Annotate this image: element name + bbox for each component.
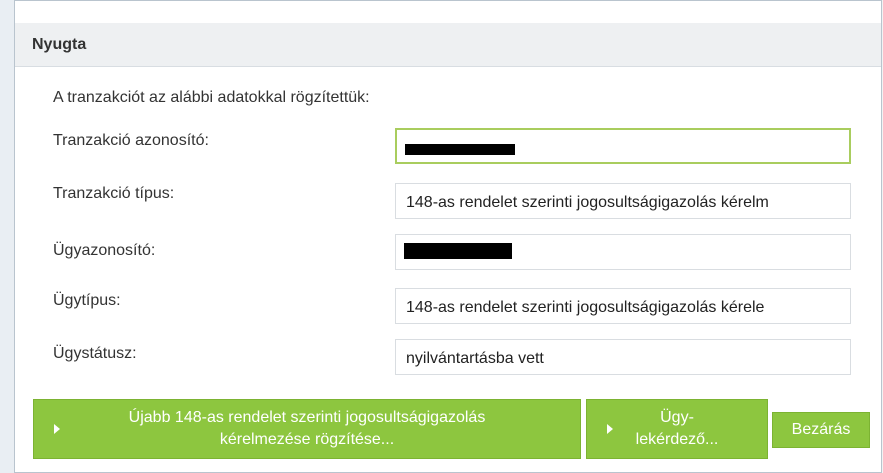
new-request-button-line2: kérelmezése rögzítése... <box>219 431 395 448</box>
background-page <box>0 0 15 473</box>
dialog-title: Nyugta <box>32 36 87 53</box>
redaction-bar <box>404 243 512 259</box>
case-type-label: Ügytípus: <box>53 292 121 309</box>
play-triangle-icon <box>607 424 613 434</box>
play-triangle-icon <box>54 424 60 434</box>
dialog-header: Nyugta <box>15 23 881 67</box>
new-request-button[interactable]: Újabb 148-as rendelet szerinti jogosults… <box>33 399 581 459</box>
case-query-button[interactable]: Ügy- lekérdező... <box>586 399 768 459</box>
transaction-type-field[interactable]: 148-as rendelet szerinti jogosultságigaz… <box>395 183 851 219</box>
transaction-type-label: Tranzakció típus: <box>53 185 175 202</box>
transaction-id-label: Tranzakció azonosító: <box>53 132 209 149</box>
case-status-field[interactable]: nyilvántartásba vett <box>395 339 851 375</box>
case-query-button-line2: lekérdező... <box>635 431 719 448</box>
case-id-field[interactable] <box>395 234 851 270</box>
case-query-button-line1: Ügy- <box>660 409 694 426</box>
dialog-top-strip <box>15 1 881 23</box>
transaction-id-field[interactable] <box>395 128 851 164</box>
case-status-label: Ügystátusz: <box>53 345 137 362</box>
redaction-bar <box>405 144 515 155</box>
new-request-button-line1: Újabb 148-as rendelet szerinti jogosults… <box>128 409 486 426</box>
case-type-field[interactable]: 148-as rendelet szerinti jogosultságigaz… <box>395 288 851 324</box>
receipt-dialog: Nyugta A tranzakciót az alábbi adatokkal… <box>14 0 882 473</box>
case-id-label: Ügyazonosító: <box>53 242 156 259</box>
close-button[interactable]: Bezárás <box>772 412 870 448</box>
intro-text: A tranzakciót az alábbi adatokkal rögzít… <box>53 89 370 106</box>
